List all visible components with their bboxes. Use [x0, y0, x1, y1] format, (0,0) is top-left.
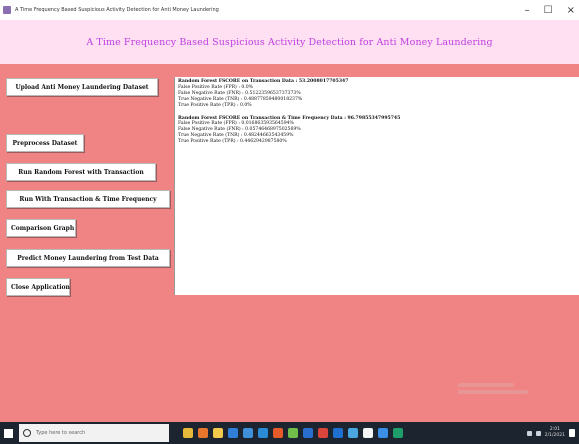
taskbar-app-icon[interactable] — [228, 428, 238, 438]
taskbar: Type here to search 2:01 2/1/2021 — [0, 422, 579, 444]
clock-date: 2/1/2021 — [544, 433, 565, 438]
taskbar-app-icon[interactable] — [198, 428, 208, 438]
close-application-button[interactable]: Close Application — [6, 278, 70, 296]
taskbar-app-icon[interactable] — [303, 428, 313, 438]
run-time-frequency-button[interactable]: Run With Transaction & Time Frequency — [6, 190, 170, 208]
notification-icon[interactable] — [569, 429, 575, 437]
upload-dataset-button[interactable]: Upload Anti Money Laundering Dataset — [6, 78, 158, 96]
taskbar-app-icon[interactable] — [333, 428, 343, 438]
system-tray: 2:01 2/1/2021 — [526, 422, 575, 444]
rate-line: True Positive Rate (TPR) : 0.44629429875… — [178, 139, 287, 145]
taskbar-app-icon[interactable] — [243, 428, 253, 438]
taskbar-app-icon[interactable] — [393, 428, 403, 438]
taskbar-pinned-apps — [183, 428, 403, 438]
results-output-area[interactable]: Random Forest FSCORE on Transaction Data… — [174, 77, 579, 295]
window-title: A Time Frequency Based Suspicious Activi… — [15, 7, 219, 13]
taskbar-app-icon[interactable] — [183, 428, 193, 438]
taskbar-app-icon[interactable] — [258, 428, 268, 438]
taskbar-app-icon[interactable] — [213, 428, 223, 438]
app-header: A Time Frequency Based Suspicious Activi… — [0, 20, 579, 64]
comparison-graph-button[interactable]: Comparison Graph — [6, 219, 76, 237]
network-icon[interactable] — [526, 430, 532, 436]
search-placeholder: Type here to search — [36, 430, 86, 436]
volume-icon[interactable] — [535, 430, 541, 436]
taskbar-app-icon[interactable] — [378, 428, 388, 438]
taskbar-app-icon[interactable] — [363, 428, 373, 438]
output-blank-line — [178, 109, 576, 116]
windows-start-icon[interactable] — [4, 428, 13, 438]
maximize-button[interactable]: ☐ — [544, 5, 553, 16]
taskbar-app-icon[interactable] — [288, 428, 298, 438]
taskbar-app-icon[interactable] — [318, 428, 328, 438]
preprocess-dataset-button[interactable]: Preprocess Dataset — [6, 134, 84, 152]
page-title: A Time Frequency Based Suspicious Activi… — [86, 36, 493, 48]
feather-icon — [3, 6, 11, 14]
window-titlebar: A Time Frequency Based Suspicious Activi… — [0, 0, 579, 20]
run-random-forest-button[interactable]: Run Random Forest with Transaction — [6, 163, 156, 181]
close-button[interactable]: × — [567, 5, 575, 16]
taskbar-search-box[interactable]: Type here to search — [19, 424, 169, 442]
taskbar-app-icon[interactable] — [273, 428, 283, 438]
activate-windows-watermark — [458, 380, 530, 408]
taskbar-app-icon[interactable] — [348, 428, 358, 438]
window-controls: – ☐ × — [525, 0, 575, 20]
taskbar-clock[interactable]: 2:01 2/1/2021 — [545, 427, 565, 439]
minimize-button[interactable]: – — [525, 5, 530, 16]
search-icon — [23, 429, 31, 437]
predict-money-laundering-button[interactable]: Predict Money Laundering from Test Data — [6, 249, 170, 267]
